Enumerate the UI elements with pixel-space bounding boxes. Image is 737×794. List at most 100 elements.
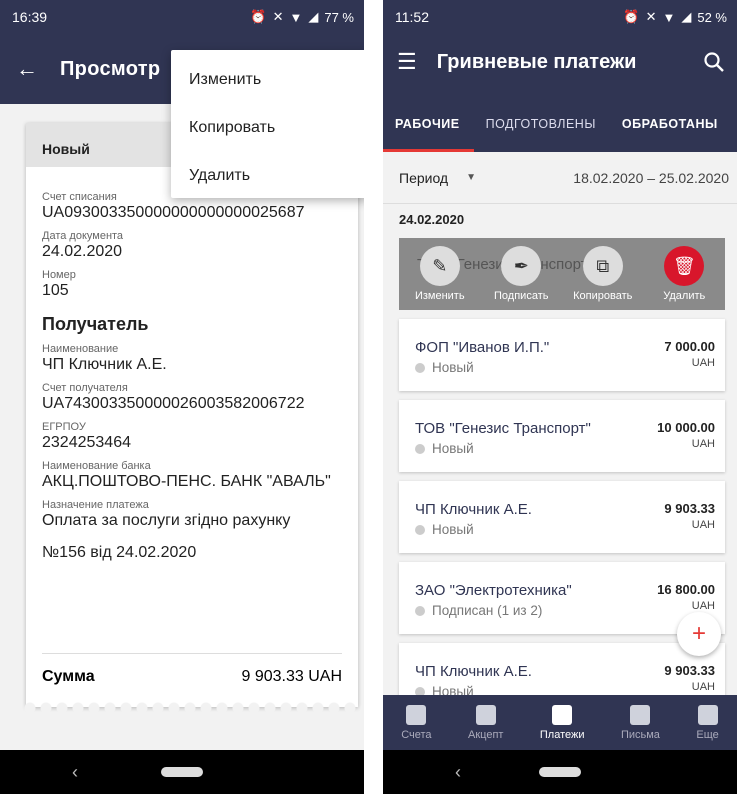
nav-more-label: Еще [696,728,719,741]
menu-icon[interactable]: ☰ [397,49,417,75]
tab-working[interactable]: РАБОЧИЕ [383,117,474,152]
nav-accounts[interactable]: Счета [401,704,432,741]
menu-item-delete[interactable]: Удалить [171,152,364,200]
purpose-label: Назначение платежа [42,499,149,511]
app-bar: ☰ Гривневые платежи [383,34,737,90]
number-label: Номер [42,269,76,281]
status-dot-icon [415,524,425,535]
list-item[interactable]: ТОВ "Генезис Транспорт" Новый 10 000.00 … [399,400,725,472]
date-label: Дата документа [42,230,124,242]
mute-icon: ✕ [645,9,657,24]
back-arrow-icon[interactable]: ← [16,56,38,82]
search-icon[interactable] [703,51,725,73]
payment-status: Новый [432,441,474,456]
payee-name: ЗАО "Электротехника" [415,582,572,599]
list-item[interactable]: ЗАО "Электротехника" Подписан (1 из 2) 1… [399,562,725,634]
action-copy-label: Копировать [573,290,633,302]
action-copy[interactable]: ⧉ Копировать [564,246,642,302]
gear-icon [697,704,718,725]
recipient-account-label: Счет получателя [42,382,128,394]
bottom-nav: Счета Акцепт Платежи Письма Еще [383,695,737,750]
page-title: Гривневые платежи [436,50,637,73]
add-payment-button[interactable]: + [677,612,721,656]
copy-icon: ⧉ [582,246,623,286]
alarm-icon: ⏰ [250,9,267,24]
mute-icon: ✕ [272,9,284,24]
accounts-icon [406,704,427,725]
payee-name: ЧП Ключник А.Е. [415,663,532,680]
sum-row: Сумма 9 903.33 UAH [42,653,342,686]
action-sign[interactable]: ✒ Подписать [482,246,560,302]
menu-item-copy[interactable]: Копировать [171,104,364,152]
overflow-menu: Изменить Копировать Удалить [171,50,364,198]
tab-processed[interactable]: ОБРАБОТАНЫ [610,117,732,152]
battery-text: 77 % [324,9,354,25]
recipient-header: Получатель [42,314,149,334]
status-bar: 16:39 ⏰ ✕ ▼ ◢ 77 % [0,0,364,34]
period-label: Период [399,169,449,186]
payment-amount: 16 800.00 [657,582,715,597]
payee-name: ЧП Ключник А.Е. [415,501,532,518]
name-label: Наименование [42,343,119,355]
period-range[interactable]: 18.02.2020 – 25.02.2020 [573,170,729,186]
action-delete[interactable]: 🗑 Удалить [645,246,723,302]
edrpou-value: 2324253464 [42,434,131,451]
action-delete-label: Удалить [663,290,706,302]
nav-payments-label: Платежи [539,728,585,741]
signal-icon: ◢ [308,9,319,24]
system-nav-bar: ‹ [383,750,737,794]
tab-prepared[interactable]: ПОДГОТОВЛЕНЫ [474,117,610,152]
trash-icon: 🗑 [664,246,705,286]
right-screen: 11:52 ⏰ ✕ ▼ ◢ 52 % ☰ Гривневые платежи Р… [383,0,737,794]
sum-value: 9 903.33 UAH [241,668,342,685]
account-value: UA093003350000000000000025687 [42,204,305,221]
wifi-icon: ▼ [289,9,303,25]
list-item[interactable]: ФОП "Иванов И.П." Новый 7 000.00 UAH [399,319,725,391]
left-screen: 16:39 ⏰ ✕ ▼ ◢ 77 % ← Просмотр Новый Счет… [0,0,364,794]
nav-payments[interactable]: Платежи [539,704,585,741]
system-back-icon[interactable]: ‹ [72,762,78,783]
tab-bar: РАБОЧИЕ ПОДГОТОВЛЕНЫ ОБРАБОТАНЫ [383,90,737,152]
dropdown-arrow-icon[interactable]: ▼ [466,172,476,183]
battery-text: 52 % [697,9,727,25]
payment-status: Новый [432,522,474,537]
receipt-edge [22,700,362,716]
date-value: 24.02.2020 [42,243,123,260]
nav-accept-label: Акцепт [468,728,504,741]
payment-currency: UAH [691,519,715,531]
nav-letters[interactable]: Письма [621,704,660,741]
name-value: ЧП Ключник А.Е. [42,356,167,373]
payment-amount: 9 903.33 [664,663,715,678]
system-back-icon[interactable]: ‹ [455,762,461,783]
status-bar: 11:52 ⏰ ✕ ▼ ◢ 52 % [383,0,737,34]
payment-currency: UAH [691,438,715,450]
status-dot-icon [415,362,425,373]
bank-value: АКЦ.ПОШТОВО-ПЕНС. БАНК "АВАЛЬ" [42,473,331,490]
list-item[interactable]: ЧП Ключник А.Е. Новый 9 903.33 UAH [399,481,725,553]
action-edit[interactable]: ✎ Изменить [401,246,479,302]
payment-currency: UAH [691,357,715,369]
payment-status: Подписан (1 из 2) [432,603,543,618]
status-time: 16:39 [12,9,48,25]
nav-accept[interactable]: Акцепт [468,704,504,741]
nav-accounts-label: Счета [401,728,432,741]
payee-name: ТОВ "Генезис Транспорт" [415,420,591,437]
payment-amount: 9 903.33 [664,501,715,516]
nav-more[interactable]: Еще [696,704,719,741]
period-filter[interactable]: Период ▼ 18.02.2020 – 25.02.2020 [383,152,737,204]
status-dot-icon [415,605,425,616]
system-home-icon[interactable] [161,767,203,777]
document-card: Новый Счет списания UA093003350000000000… [26,123,358,707]
system-home-icon[interactable] [539,767,581,777]
swipe-actions-row: ТОВ "Генезис Транспорт" ✎ Изменить ✒ Под… [399,238,725,310]
payee-name: ФОП "Иванов И.П." [415,339,550,356]
signal-icon: ◢ [681,9,692,24]
status-dot-icon [415,443,425,454]
menu-item-edit[interactable]: Изменить [171,56,364,104]
pen-sign-icon: ✒ [501,246,542,286]
system-nav-bar: ‹ [0,750,364,794]
sum-label: Сумма [42,668,95,685]
edrpou-label: ЕГРПОУ [42,421,86,433]
purpose-value-line1: Оплата за послуги згідно рахунку [42,512,291,529]
payments-icon [552,704,573,725]
